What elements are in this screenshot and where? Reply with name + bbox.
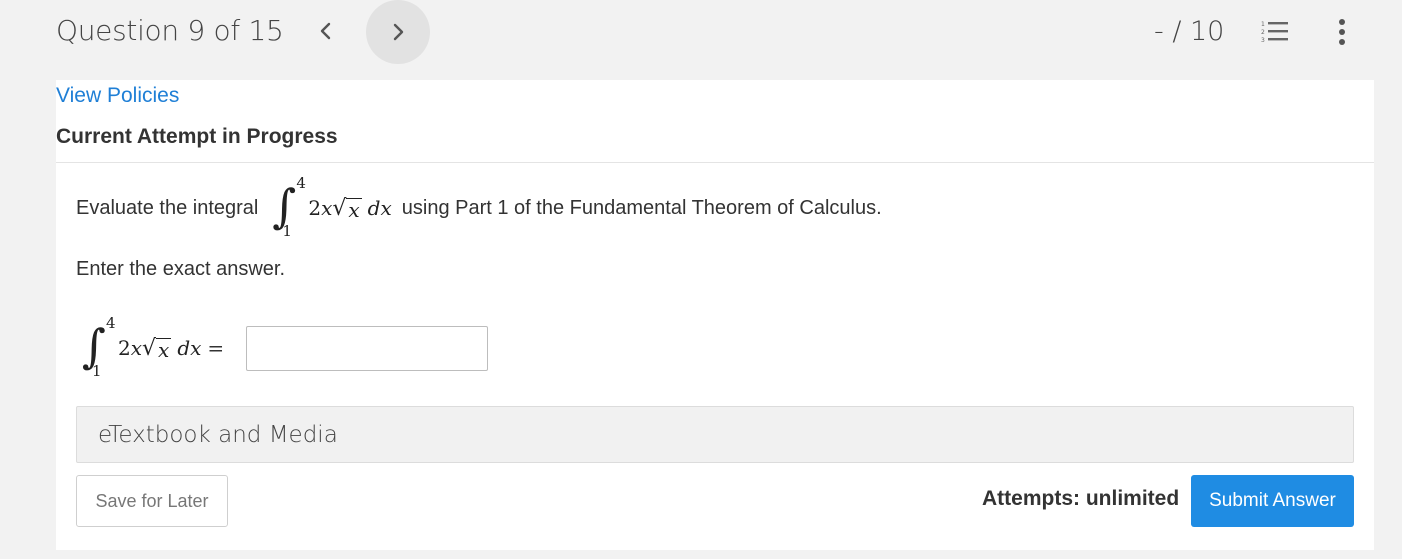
integral-expression: ∫ 4 1 bbox=[74, 314, 116, 382]
score-display: - / 10 bbox=[1154, 16, 1225, 47]
coefficient: 2 bbox=[118, 336, 131, 360]
variable: x bbox=[321, 196, 333, 220]
radical-sign: √ bbox=[332, 195, 347, 221]
chevron-left-icon bbox=[320, 22, 331, 40]
radical-sign: √ bbox=[142, 335, 157, 361]
question-counter: Question 9 of 15 bbox=[56, 14, 284, 47]
previous-question-button[interactable] bbox=[304, 8, 348, 54]
variable: x bbox=[130, 336, 143, 360]
more-options-button[interactable] bbox=[1328, 14, 1356, 50]
question-card: View Policies Current Attempt in Progres… bbox=[56, 80, 1374, 550]
numbered-list-icon: 1 2 3 bbox=[1261, 21, 1288, 44]
differential: dx bbox=[367, 196, 392, 220]
square-root: √ x bbox=[142, 335, 172, 362]
attempts-label: Attempts: unlimited bbox=[982, 487, 1180, 510]
radicand: x bbox=[346, 197, 362, 222]
integral-expression: ∫ 4 1 bbox=[264, 174, 306, 242]
attempt-heading: Current Attempt in Progress bbox=[56, 125, 338, 148]
square-root: √ x bbox=[332, 195, 362, 222]
question-prompt: Evaluate the integral ∫ 4 1 2 x √ x dx u… bbox=[76, 174, 882, 242]
coefficient: 2 bbox=[308, 196, 322, 220]
prompt-text-after: using Part 1 of the Fundamental Theorem … bbox=[401, 196, 882, 219]
submit-answer-button[interactable]: Submit Answer bbox=[1191, 475, 1354, 527]
answer-input[interactable] bbox=[246, 325, 489, 371]
radicand: x bbox=[156, 337, 172, 362]
answer-instructions: Enter the exact answer. bbox=[76, 258, 286, 280]
vertical-dots-icon bbox=[1339, 19, 1345, 45]
chevron-right-icon bbox=[393, 23, 404, 41]
integrand: 2 x √ x dx bbox=[308, 196, 391, 221]
svg-text:3: 3 bbox=[1261, 37, 1265, 44]
lower-limit: 1 bbox=[92, 362, 102, 380]
etextbook-label: eTextbook and Media bbox=[98, 422, 338, 448]
answer-row: ∫ 4 1 2 x √ x dx = bbox=[74, 310, 489, 386]
svg-text:1: 1 bbox=[1261, 21, 1265, 28]
svg-text:2: 2 bbox=[1261, 29, 1265, 36]
upper-limit: 4 bbox=[106, 314, 116, 332]
etextbook-media-panel[interactable]: eTextbook and Media bbox=[76, 406, 1354, 463]
save-for-later-button[interactable]: Save for Later bbox=[76, 475, 228, 527]
view-policies-link[interactable]: View Policies bbox=[56, 84, 179, 108]
top-bar: Question 9 of 15 - / 10 1 2 3 bbox=[0, 0, 1402, 64]
lower-limit: 1 bbox=[282, 222, 292, 240]
differential: dx bbox=[177, 336, 202, 360]
question-list-button[interactable]: 1 2 3 bbox=[1258, 16, 1292, 48]
integrand: 2 x √ x dx bbox=[118, 336, 201, 361]
next-question-button[interactable] bbox=[366, 0, 430, 64]
upper-limit: 4 bbox=[296, 174, 306, 192]
prompt-text-before: Evaluate the integral bbox=[76, 196, 259, 219]
equals-sign: = bbox=[207, 336, 225, 360]
divider bbox=[56, 162, 1374, 163]
